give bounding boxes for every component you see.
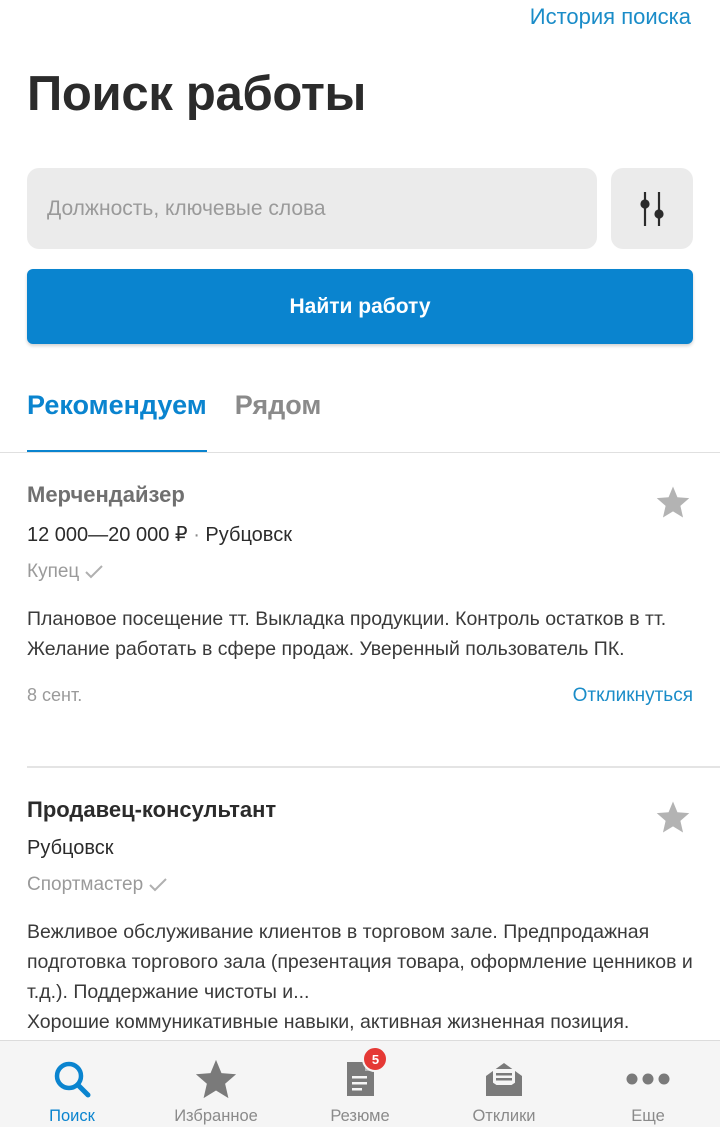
resume-badge: 5 (362, 1046, 389, 1072)
tab-nearby[interactable]: Рядом (235, 390, 322, 453)
nav-label: Избранное (174, 1107, 258, 1125)
tab-recommended[interactable]: Рекомендуем (27, 390, 207, 453)
star-icon (656, 486, 690, 518)
vacancy-footer: 8 сент. Откликнуться (27, 685, 693, 713)
nav-item-search[interactable]: Поиск (0, 1041, 144, 1127)
nav-item-favorites[interactable]: Избранное (144, 1041, 288, 1127)
bottom-navigation: Поиск Избранное 5 Резюме Отклики Еще (0, 1040, 720, 1127)
nav-label: Еще (631, 1107, 665, 1125)
nav-item-more[interactable]: Еще (576, 1041, 720, 1127)
nav-label: Поиск (49, 1107, 95, 1125)
vacancy-requirements: Желание работать в сфере продаж. Уверенн… (27, 638, 625, 660)
vacancy-salary-city: 12 000—20 000 ₽ · Рубцовск (27, 522, 693, 547)
more-icon (626, 1073, 670, 1085)
vacancy-city: Рубцовск (27, 837, 114, 859)
vacancy-card[interactable]: Мерчендайзер 12 000—20 000 ₽ · Рубцовск … (27, 482, 693, 713)
vacancy-city: Рубцовск (205, 524, 292, 546)
vacancy-date: 8 сент. (27, 685, 83, 705)
company-name: Купец (27, 561, 80, 582)
vacancy-company: Купец (27, 561, 693, 583)
filter-button[interactable] (611, 168, 693, 249)
star-icon (195, 1059, 237, 1099)
envelope-icon (486, 1063, 522, 1096)
vacancy-salary: 12 000—20 000 ₽ (27, 524, 188, 546)
vacancy-responsibilities: Вежливое обслуживание клиентов в торгово… (27, 921, 693, 1003)
vacancy-description: Вежливое обслуживание клиентов в торгово… (27, 917, 693, 1037)
sliders-icon (640, 191, 664, 226)
verified-check-icon (85, 565, 104, 579)
nav-item-responses[interactable]: Отклики (432, 1041, 576, 1127)
verified-check-icon (149, 878, 167, 892)
star-icon (656, 801, 690, 833)
search-history-link[interactable]: История поиска (530, 4, 691, 30)
vacancy-title[interactable]: Продавец-консультант (27, 797, 693, 823)
nav-item-resume[interactable]: 5 Резюме (288, 1041, 432, 1127)
search-input[interactable] (27, 168, 597, 249)
vacancy-title[interactable]: Мерчендайзер (27, 482, 693, 508)
nav-label: Резюме (330, 1107, 390, 1125)
vacancy-company: Спортмастер (27, 874, 693, 896)
respond-button[interactable]: Откликнуться (573, 685, 693, 707)
vacancy-card[interactable]: Продавец-консультант Рубцовск Спортмасте… (27, 797, 693, 1037)
favorite-button[interactable] (653, 797, 693, 837)
page-title: Поиск работы (27, 67, 367, 121)
favorite-button[interactable] (653, 482, 693, 522)
search-icon (54, 1061, 91, 1098)
vacancy-responsibilities: Плановое посещение тт. Выкладка продукци… (27, 608, 667, 630)
vacancy-requirements: Хорошие коммуникативные навыки, активная… (27, 1011, 630, 1033)
company-name: Спортмастер (27, 874, 144, 895)
find-job-button[interactable]: Найти работу (27, 269, 693, 344)
tabs: Рекомендуем Рядом (27, 390, 349, 453)
meta-separator: · (193, 524, 200, 546)
nav-label: Отклики (472, 1107, 536, 1125)
tabs-divider (0, 452, 720, 453)
card-divider (27, 766, 720, 768)
vacancy-description: Плановое посещение тт. Выкладка продукци… (27, 604, 693, 664)
